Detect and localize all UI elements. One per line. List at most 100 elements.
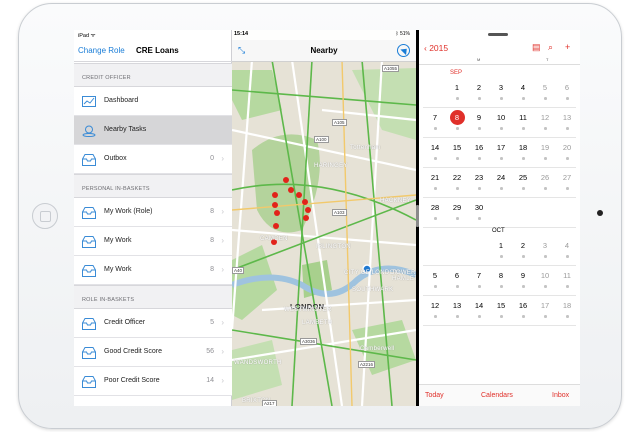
event-dot xyxy=(434,285,437,288)
calendar-day[interactable]: 1 xyxy=(449,83,465,92)
calendar-day[interactable]: 8 xyxy=(449,113,465,122)
calendar-day[interactable]: 25 xyxy=(515,173,531,182)
calendar-day[interactable]: 22 xyxy=(449,173,465,182)
calendar-day[interactable]: 4 xyxy=(515,83,531,92)
week-separator xyxy=(423,265,576,266)
inbox-tab[interactable]: Inbox xyxy=(552,392,569,399)
calendar-day[interactable]: 11 xyxy=(515,113,531,122)
calendar-day[interactable]: 13 xyxy=(559,113,575,122)
map-view[interactable]: 15:14 ᛒ 51% ⤡ Nearby HARINGEY CAMDEN ISLIN… xyxy=(232,30,416,406)
calendar-day[interactable]: 29 xyxy=(449,203,465,212)
event-dot xyxy=(566,255,569,258)
sidebar-item[interactable]: My Work (Role) 8 › xyxy=(74,198,232,227)
change-role-button[interactable]: Change Role xyxy=(78,46,125,55)
calendar-day[interactable]: 10 xyxy=(537,271,553,280)
calendar-day[interactable]: 15 xyxy=(449,143,465,152)
week-separator xyxy=(423,107,576,108)
calendar-day[interactable]: 14 xyxy=(471,301,487,310)
calendar-day[interactable]: 16 xyxy=(515,301,531,310)
event-dot xyxy=(522,97,525,100)
calendar-day[interactable]: 15 xyxy=(493,301,509,310)
calendar-day[interactable]: 8 xyxy=(493,271,509,280)
calendar-day[interactable]: 6 xyxy=(559,83,575,92)
calendar-nav-bar: ‹ 2015 ▤ ⌕ + M T xyxy=(419,39,580,65)
sidebar-item-label: My Work xyxy=(104,237,132,244)
tray-icon xyxy=(82,264,96,277)
calendar-day[interactable]: 7 xyxy=(427,113,443,122)
section-header-label: CREDIT OFFICER xyxy=(82,75,131,81)
year-back-button[interactable]: ‹ 2015 xyxy=(424,43,448,53)
calendar-day[interactable]: 6 xyxy=(449,271,465,280)
sidebar-item-count: 0 xyxy=(210,155,214,162)
map-status-bar: 15:14 ᛒ 51% xyxy=(232,30,416,40)
event-dot xyxy=(544,127,547,130)
calendar-day[interactable]: 30 xyxy=(471,203,487,212)
map-area-label: CITY OF LONDON xyxy=(344,270,400,276)
calendar-day[interactable]: 26 xyxy=(537,173,553,182)
event-dot xyxy=(522,127,525,130)
calendars-tab[interactable]: Calendars xyxy=(481,392,513,399)
road-number-label: A1055 xyxy=(382,65,400,72)
tray-icon xyxy=(82,375,96,388)
search-icon[interactable]: ⌕ xyxy=(548,42,553,53)
calendar-day[interactable]: 3 xyxy=(493,83,509,92)
calendar-day[interactable]: 17 xyxy=(493,143,509,152)
road-number-label: A3036 xyxy=(300,338,318,345)
sidebar-item[interactable]: Dashboard xyxy=(74,87,232,116)
calendar-day[interactable]: 27 xyxy=(559,173,575,182)
calendar-day[interactable]: 7 xyxy=(471,271,487,280)
sidebar-item[interactable]: Credit Officer 5 › xyxy=(74,309,232,338)
event-dot xyxy=(500,127,503,130)
today-tab[interactable]: Today xyxy=(425,392,444,399)
calendar-day[interactable]: 18 xyxy=(515,143,531,152)
calendar-day[interactable]: 23 xyxy=(471,173,487,182)
map-area-label: HARINGEY xyxy=(314,163,348,169)
calendar-day[interactable]: 1 xyxy=(493,241,509,250)
event-dot xyxy=(456,157,459,160)
tray-icon xyxy=(82,235,96,248)
calendar-day[interactable]: 12 xyxy=(427,301,443,310)
map-area-label: Tottenham xyxy=(350,145,381,151)
calendar-day[interactable]: 5 xyxy=(427,271,443,280)
calendar-day[interactable]: 4 xyxy=(559,241,575,250)
list-icon[interactable]: ▤ xyxy=(532,42,541,53)
road-number-label: A103 xyxy=(332,209,347,216)
calendar-day[interactable]: 18 xyxy=(559,301,575,310)
sidebar-item[interactable]: Nearby Tasks xyxy=(74,116,232,145)
calendar-day[interactable]: 9 xyxy=(515,271,531,280)
calendar-day[interactable]: 9 xyxy=(471,113,487,122)
event-dot xyxy=(522,315,525,318)
ipad-screen: iPad ᯤ Change Role CRE Loans CREDIT OFFI… xyxy=(74,30,580,406)
week-separator xyxy=(423,295,576,296)
road-number-label: A40 xyxy=(232,267,245,274)
home-button[interactable] xyxy=(32,203,58,229)
month-label: SEP xyxy=(450,70,463,76)
sidebar-item[interactable]: My Work 8 › xyxy=(74,256,232,285)
calendar-day[interactable]: 10 xyxy=(493,113,509,122)
calendar-day[interactable]: 14 xyxy=(427,143,443,152)
calendar-day[interactable]: 19 xyxy=(537,143,553,152)
event-dot xyxy=(566,97,569,100)
calendar-day[interactable]: 13 xyxy=(449,301,465,310)
calendar-day[interactable]: 24 xyxy=(493,173,509,182)
calendar-day[interactable]: 5 xyxy=(537,83,553,92)
add-icon[interactable]: + xyxy=(565,42,570,52)
calendar-day[interactable]: 17 xyxy=(537,301,553,310)
calendar-day[interactable]: 16 xyxy=(471,143,487,152)
location-pin-icon xyxy=(82,124,96,137)
calendar-day[interactable]: 12 xyxy=(537,113,553,122)
calendar-day[interactable]: 2 xyxy=(471,83,487,92)
calendar-day[interactable]: 21 xyxy=(427,173,443,182)
sidebar-item[interactable]: Good Credit Score 56 › xyxy=(74,338,232,367)
multitask-handle[interactable] xyxy=(488,33,508,36)
section-header: ROLE IN-BASKETS xyxy=(74,285,232,309)
locate-me-icon[interactable] xyxy=(397,44,410,57)
sidebar-item[interactable]: Poor Credit Score 14 › xyxy=(74,367,232,396)
calendar-day[interactable]: 2 xyxy=(515,241,531,250)
sidebar-item[interactable]: Outbox 0 › xyxy=(74,145,232,174)
calendar-day[interactable]: 3 xyxy=(537,241,553,250)
calendar-day[interactable]: 28 xyxy=(427,203,443,212)
calendar-day[interactable]: 20 xyxy=(559,143,575,152)
sidebar-item[interactable]: My Work 8 › xyxy=(74,227,232,256)
calendar-day[interactable]: 11 xyxy=(559,271,575,280)
